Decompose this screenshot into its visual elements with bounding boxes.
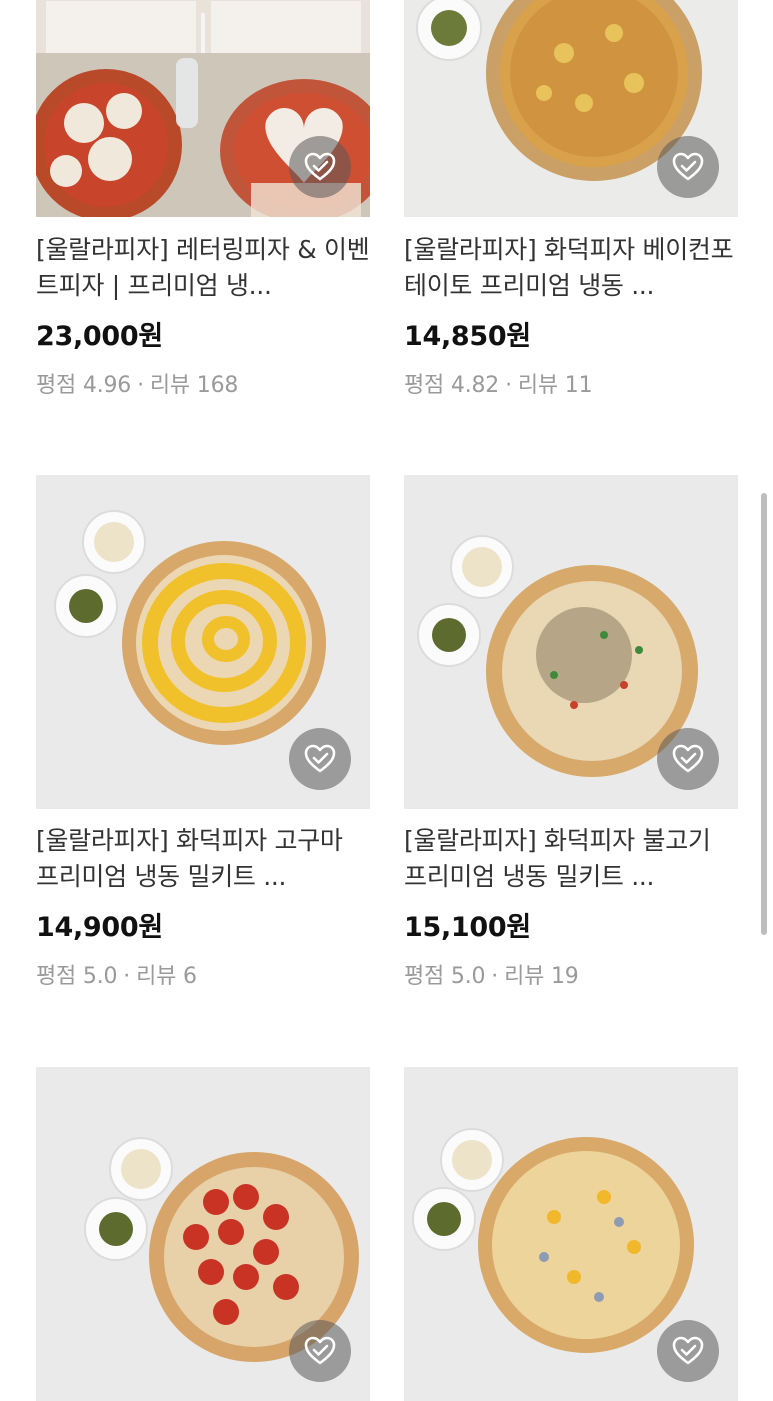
product-price: 14,900원 (36, 912, 163, 943)
rating-label: 평점 (404, 964, 445, 989)
review-count: 168 (196, 373, 239, 398)
rating-value: 4.96 (82, 373, 132, 398)
review-count: 6 (182, 964, 197, 989)
product-title[interactable]: [울랄라피자] 레터링피자 & 이벤트피자 | 프리미엄 냉... (36, 232, 370, 304)
heart-check-icon (304, 744, 336, 773)
product-meta: 평점 5.0 · 리뷰 6 (36, 958, 197, 990)
heart-check-icon (672, 744, 704, 773)
vertical-scrollbar[interactable] (761, 493, 767, 935)
heart-check-icon (672, 1336, 704, 1365)
product-image[interactable] (404, 0, 738, 217)
product-image[interactable] (404, 1067, 738, 1401)
product-price: 15,100원 (404, 912, 531, 943)
favorite-button[interactable] (657, 136, 719, 198)
product-title[interactable]: [울랄라피자] 화덕피자 베이컨포테이토 프리미엄 냉동 ... (404, 232, 738, 304)
product-image[interactable] (36, 1067, 370, 1401)
separator-dot: · (491, 964, 499, 989)
separator-dot: · (123, 964, 131, 989)
separator-dot: · (137, 373, 144, 398)
favorite-button[interactable] (289, 1320, 351, 1382)
product-meta: 평점 5.0 · 리뷰 19 (404, 958, 579, 990)
rating-label: 평점 (36, 964, 77, 989)
rating-value: 5.0 (82, 964, 118, 989)
heart-check-icon (672, 152, 704, 181)
rating-value: 5.0 (450, 964, 486, 989)
favorite-button[interactable] (657, 1320, 719, 1382)
favorite-button[interactable] (289, 136, 351, 198)
favorite-button[interactable] (289, 728, 351, 790)
product-meta: 평점 4.96 · 리뷰 168 (36, 367, 238, 399)
product-image[interactable] (404, 475, 738, 809)
product-title[interactable]: [울랄라피자] 화덕피자 불고기 프리미엄 냉동 밀키트 ... (404, 823, 738, 895)
product-price: 23,000원 (36, 321, 163, 352)
review-label: 리뷰 (504, 964, 545, 989)
review-label: 리뷰 (149, 373, 190, 398)
rating-value: 4.82 (450, 373, 500, 398)
rating-label: 평점 (404, 373, 445, 398)
review-label: 리뷰 (136, 964, 177, 989)
review-count: 11 (564, 373, 593, 398)
heart-check-icon (304, 152, 336, 181)
product-image[interactable] (36, 0, 370, 217)
rating-label: 평점 (36, 373, 77, 398)
review-label: 리뷰 (517, 373, 558, 398)
product-price: 14,850원 (404, 321, 531, 352)
product-image[interactable] (36, 475, 370, 809)
product-meta: 평점 4.82 · 리뷰 11 (404, 367, 593, 399)
favorite-button[interactable] (657, 728, 719, 790)
separator-dot: · (505, 373, 512, 398)
review-count: 19 (550, 964, 579, 989)
product-title[interactable]: [울랄라피자] 화덕피자 고구마 프리미엄 냉동 밀키트 ... (36, 823, 370, 895)
heart-check-icon (304, 1336, 336, 1365)
